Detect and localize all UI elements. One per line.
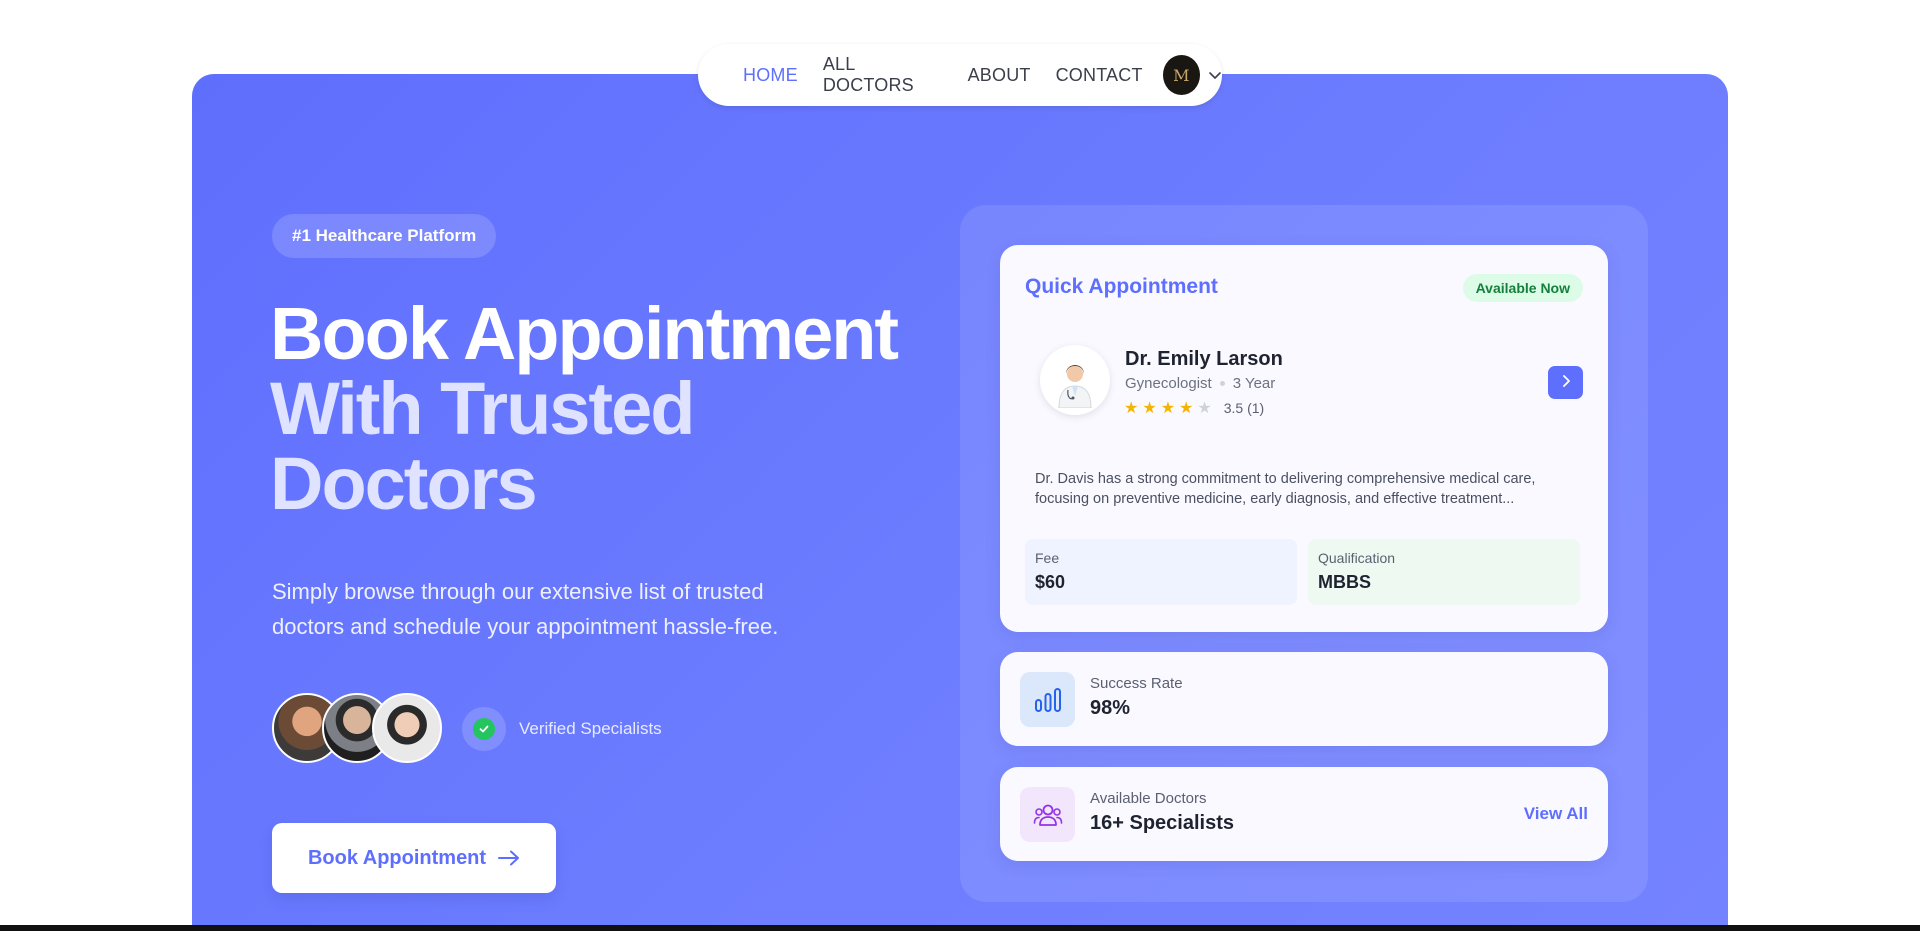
chevron-down-icon[interactable]	[1208, 68, 1222, 82]
fee-box: Fee $60	[1025, 539, 1297, 605]
specialist-avatars	[272, 693, 442, 763]
qualification-box: Qualification MBBS	[1308, 539, 1580, 605]
quick-appointment-card: Quick Appointment Available Now Dr. Emil…	[1000, 245, 1608, 632]
success-rate-label: Success Rate	[1090, 675, 1183, 692]
available-doctors-value: 16+ Specialists	[1090, 812, 1234, 834]
avatar	[372, 693, 442, 763]
doctor-details-button[interactable]	[1548, 366, 1583, 399]
success-rate-card: Success Rate 98%	[1000, 652, 1608, 746]
doctor-photo	[1040, 345, 1110, 415]
star-icon: ★	[1197, 398, 1212, 417]
qualification-value: MBBS	[1318, 572, 1371, 592]
subtitle-line-2: doctors and schedule your appointment ha…	[272, 614, 779, 639]
nav-contact[interactable]: CONTACT	[1056, 65, 1143, 86]
page-bottom-border	[0, 925, 1920, 931]
doctor-experience: 3 Year	[1232, 375, 1276, 392]
doctor-name: Dr. Emily Larson	[1125, 348, 1283, 370]
nav-about[interactable]: ABOUT	[968, 65, 1031, 86]
star-icon: ★	[1142, 398, 1157, 417]
book-appointment-label: Book Appointment	[307, 846, 487, 869]
headline-line-3: Doctors	[270, 442, 538, 525]
check-icon	[473, 718, 495, 740]
doctor-specialty: Gynecologist	[1125, 375, 1212, 392]
star-icon: ★	[1124, 398, 1139, 417]
users-icon	[1020, 787, 1075, 842]
rating-text: 3.5 (1)	[1223, 400, 1265, 416]
headline-line-1: Book Appointment	[270, 292, 899, 375]
chevron-right-icon	[1560, 373, 1572, 392]
fee-label: Fee	[1035, 550, 1060, 566]
available-doctors-label: Available Doctors	[1090, 790, 1207, 807]
rating-stars: ★ ★ ★ ★ ★ 3.5 (1)	[1124, 398, 1265, 417]
qualification-label: Qualification	[1318, 550, 1396, 566]
available-doctors-card: Available Doctors 16+ Specialists View A…	[1000, 767, 1608, 861]
page-title: Book Appointment With Trusted Doctors	[270, 296, 950, 521]
fee-value: $60	[1035, 572, 1066, 592]
platform-badge: #1 Healthcare Platform	[272, 214, 497, 258]
headline-line-2: With Trusted	[270, 367, 695, 450]
success-rate-value: 98%	[1090, 697, 1131, 719]
top-nav: HOME ALL DOCTORS ABOUT CONTACT M	[698, 44, 1222, 106]
nav-home[interactable]: HOME	[743, 65, 798, 86]
verified-specialists: Verified Specialists	[462, 707, 662, 751]
quick-appointment-title: Quick Appointment	[1025, 275, 1218, 298]
verified-badge	[462, 707, 506, 751]
separator-dot	[1219, 381, 1225, 386]
nav-all-doctors[interactable]: ALL DOCTORS	[823, 54, 943, 96]
user-avatar[interactable]: M	[1162, 55, 1200, 95]
verified-label: Verified Specialists	[519, 719, 662, 738]
bar-chart-icon	[1020, 672, 1075, 727]
description-line-1: Dr. Davis has a strong commitment to del…	[1035, 471, 1536, 487]
doctor-meta: Gynecologist 3 Year	[1125, 375, 1275, 392]
star-icon: ★	[1179, 398, 1194, 417]
description-line-2: focusing on preventive medicine, early d…	[1035, 491, 1515, 507]
book-appointment-button[interactable]: Book Appointment	[272, 823, 556, 893]
view-all-link[interactable]: View All	[1524, 804, 1588, 824]
hero-subtitle: Simply browse through our extensive list…	[272, 574, 832, 644]
subtitle-line-1: Simply browse through our extensive list…	[272, 579, 764, 604]
avatar-letter: M	[1173, 65, 1190, 85]
status-badge: Available Now	[1462, 274, 1583, 302]
star-icon: ★	[1160, 398, 1176, 417]
doctor-description: Dr. Davis has a strong commitment to del…	[1035, 469, 1575, 509]
arrow-right-icon	[498, 850, 520, 866]
